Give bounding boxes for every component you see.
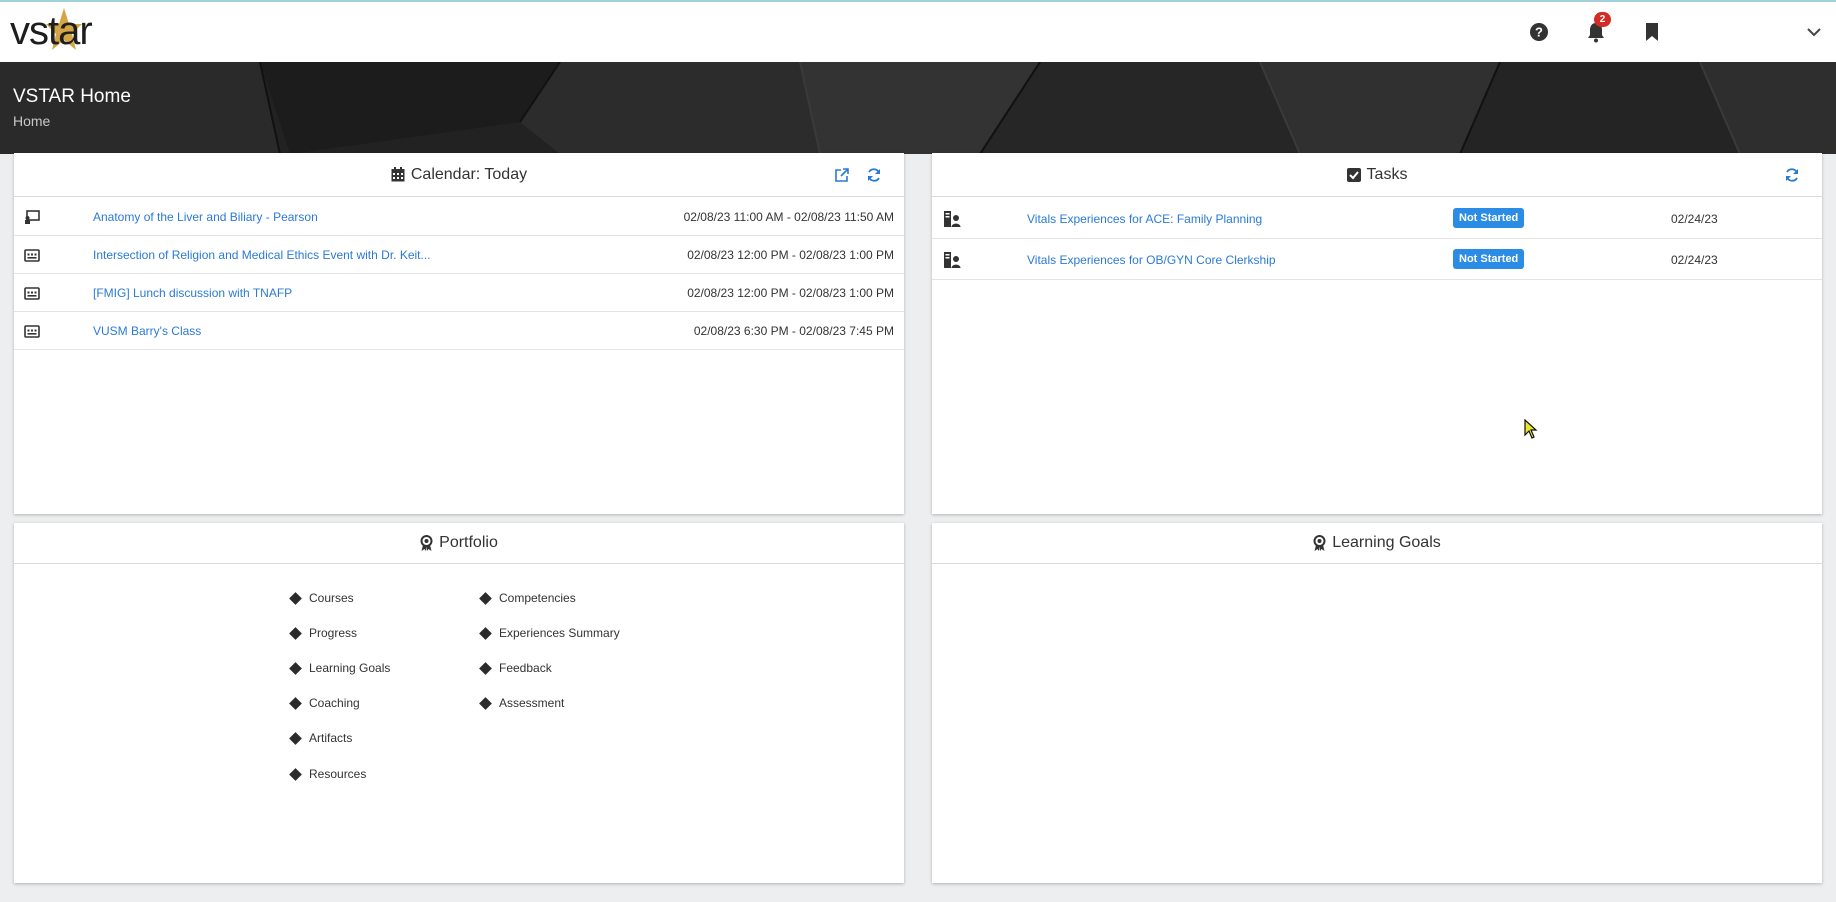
svg-text:?: ?	[1535, 25, 1543, 40]
diamond-bullet-icon	[479, 626, 492, 640]
diamond-bullet-icon	[479, 661, 492, 675]
award-icon	[420, 535, 433, 551]
refresh-icon[interactable]	[866, 167, 882, 183]
task-link[interactable]: Vitals Experiences for OB/GYN Core Clerk…	[1027, 253, 1276, 267]
portfolio-link-label[interactable]: Courses	[309, 591, 354, 605]
tasks-card: Tasks Vitals Experiences for ACE: Family…	[932, 153, 1822, 514]
diamond-bullet-icon	[479, 696, 492, 710]
task-user-icon	[943, 251, 961, 269]
banner-background	[0, 62, 1836, 154]
mouse-cursor-icon	[1524, 419, 1538, 439]
diamond-bullet-icon	[289, 661, 302, 675]
calendar-event-row[interactable]: Anatomy of the Liver and Biliary - Pears…	[14, 198, 904, 236]
diamond-bullet-icon	[289, 696, 302, 710]
refresh-icon[interactable]	[1784, 167, 1800, 183]
portfolio-link-assessment[interactable]: Assessment	[479, 696, 564, 710]
calendar-event-link[interactable]: Intersection of Religion and Medical Eth…	[93, 248, 431, 262]
calendar-card-title: Calendar: Today	[410, 165, 528, 183]
portfolio-link-label[interactable]: Assessment	[499, 696, 564, 710]
checkbox-checked-icon	[1346, 167, 1361, 182]
task-link[interactable]: Vitals Experiences for ACE: Family Plann…	[1027, 212, 1262, 226]
status-badge: Not Started	[1453, 208, 1525, 228]
diamond-bullet-icon	[479, 591, 492, 605]
status-badge: Not Started	[1453, 249, 1525, 269]
learning-goals-card-title: Learning Goals	[1332, 534, 1441, 551]
calendar-event-time: 02/08/23 6:30 PM - 02/08/23 7:45 PM	[693, 324, 894, 338]
portfolio-link-label[interactable]: Coaching	[309, 696, 360, 710]
diamond-bullet-icon	[289, 626, 302, 640]
portfolio-link-learning-goals[interactable]: Learning Goals	[289, 661, 390, 675]
task-due-date: 02/24/23	[1671, 212, 1718, 226]
notification-count-badge: 2	[1594, 12, 1611, 27]
top-navbar: vstar ? 2	[0, 0, 1836, 62]
calendar-event-row[interactable]: [FMIG] Lunch discussion with TNAFP 02/08…	[14, 274, 904, 312]
calendar-event-time: 02/08/23 12:00 PM - 02/08/23 1:00 PM	[687, 286, 894, 300]
portfolio-link-progress[interactable]: Progress	[289, 626, 357, 640]
portfolio-link-label[interactable]: Experiences Summary	[499, 626, 620, 640]
portfolio-link-experiences-summary[interactable]: Experiences Summary	[479, 626, 620, 640]
help-icon[interactable]: ?	[1527, 20, 1551, 44]
portfolio-link-label[interactable]: Artifacts	[309, 731, 352, 745]
event-icon	[24, 247, 40, 263]
portfolio-link-label[interactable]: Feedback	[499, 661, 552, 675]
portfolio-link-label[interactable]: Progress	[309, 626, 357, 640]
presentation-icon	[24, 209, 40, 225]
user-menu-chevron-down-icon[interactable]	[1802, 20, 1826, 44]
external-link-icon[interactable]	[834, 167, 850, 183]
tasks-card-header: Tasks	[932, 153, 1822, 197]
calendar-event-row[interactable]: VUSM Barry's Class 02/08/23 6:30 PM - 02…	[14, 312, 904, 350]
event-icon	[24, 285, 40, 301]
portfolio-link-courses[interactable]: Courses	[289, 591, 354, 605]
portfolio-link-label[interactable]: Competencies	[499, 591, 576, 605]
calendar-card-header: Calendar: Today	[14, 153, 904, 197]
header-banner	[0, 62, 1836, 154]
portfolio-card-title: Portfolio	[439, 534, 498, 551]
calendar-event-link[interactable]: [FMIG] Lunch discussion with TNAFP	[93, 286, 292, 300]
calendar-event-row[interactable]: Intersection of Religion and Medical Eth…	[14, 236, 904, 274]
calendar-event-link[interactable]: Anatomy of the Liver and Biliary - Pears…	[93, 210, 318, 224]
portfolio-card: Portfolio Courses Progress Learning Goal…	[14, 523, 904, 883]
diamond-bullet-icon	[289, 767, 302, 781]
calendar-icon	[391, 167, 405, 182]
calendar-event-time: 02/08/23 11:00 AM - 02/08/23 11:50 AM	[683, 210, 894, 224]
learning-goals-card: Learning Goals	[932, 523, 1822, 883]
page-title: VSTAR Home	[13, 86, 131, 107]
vstar-logo[interactable]: vstar	[10, 6, 110, 56]
award-icon	[1313, 535, 1326, 551]
portfolio-link-artifacts[interactable]: Artifacts	[289, 731, 352, 745]
portfolio-link-resources[interactable]: Resources	[289, 767, 366, 781]
tasks-card-title: Tasks	[1366, 165, 1408, 183]
event-icon	[24, 323, 40, 339]
task-due-date: 02/24/23	[1671, 253, 1718, 267]
portfolio-link-label[interactable]: Learning Goals	[309, 661, 390, 675]
bookmark-icon[interactable]	[1640, 20, 1664, 44]
logo-text: vstar	[10, 9, 93, 53]
task-row[interactable]: Vitals Experiences for OB/GYN Core Clerk…	[932, 239, 1822, 280]
learning-goals-card-header: Learning Goals	[932, 523, 1822, 564]
portfolio-link-competencies[interactable]: Competencies	[479, 591, 576, 605]
calendar-event-link[interactable]: VUSM Barry's Class	[93, 324, 201, 338]
portfolio-link-feedback[interactable]: Feedback	[479, 661, 552, 675]
portfolio-link-coaching[interactable]: Coaching	[289, 696, 360, 710]
task-row[interactable]: Vitals Experiences for ACE: Family Plann…	[932, 198, 1822, 239]
calendar-event-time: 02/08/23 12:00 PM - 02/08/23 1:00 PM	[687, 248, 894, 262]
portfolio-card-header: Portfolio	[14, 523, 904, 564]
calendar-card: Calendar: Today Anatomy of the Liver and…	[14, 153, 904, 514]
breadcrumb[interactable]: Home	[13, 113, 50, 129]
portfolio-link-label[interactable]: Resources	[309, 767, 366, 781]
diamond-bullet-icon	[289, 731, 302, 745]
task-user-icon	[943, 210, 961, 228]
diamond-bullet-icon	[289, 591, 302, 605]
